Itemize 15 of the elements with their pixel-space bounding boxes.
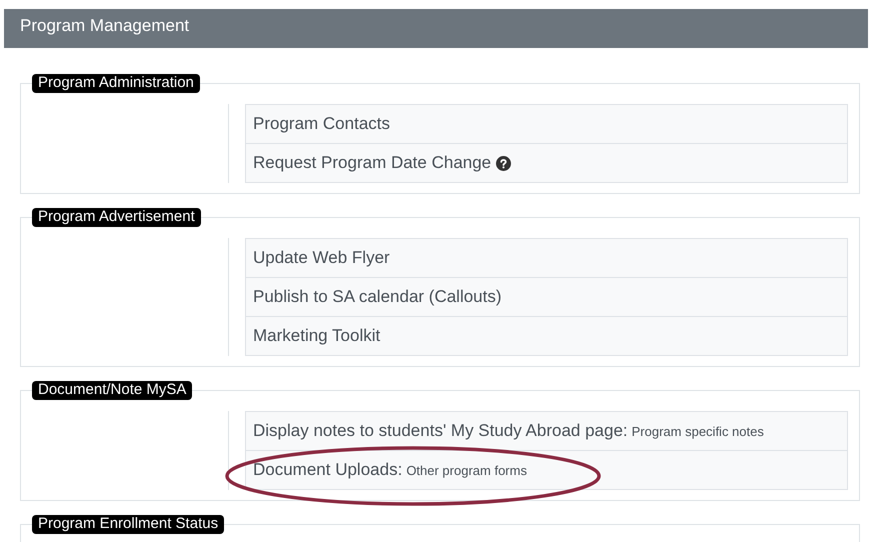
link-note: Other program forms bbox=[406, 462, 527, 478]
link-note: Program specific notes bbox=[632, 424, 764, 438]
menu-link[interactable]: Document Uploads: bbox=[253, 460, 402, 480]
menu-link[interactable]: Program Contacts bbox=[253, 114, 390, 134]
section-legend: Program Administration bbox=[32, 74, 200, 93]
section-legend: Program Enrollment Status bbox=[32, 515, 224, 534]
section-legend: Program Advertisement bbox=[32, 208, 201, 227]
section-legend: Document/Note MySA bbox=[32, 381, 192, 400]
menu-link[interactable]: Marketing Toolkit bbox=[253, 326, 380, 346]
page-title: Program Management bbox=[20, 16, 190, 36]
menu-link[interactable]: Request Program Date Change bbox=[253, 153, 492, 173]
help-icon[interactable] bbox=[496, 156, 512, 170]
menu-link[interactable]: Publish to SA calendar (Callouts) bbox=[253, 287, 502, 307]
menu-link[interactable]: Update Web Flyer bbox=[253, 248, 390, 268]
menu-link[interactable]: Display notes to students' My Study Abroad page: bbox=[253, 421, 628, 441]
